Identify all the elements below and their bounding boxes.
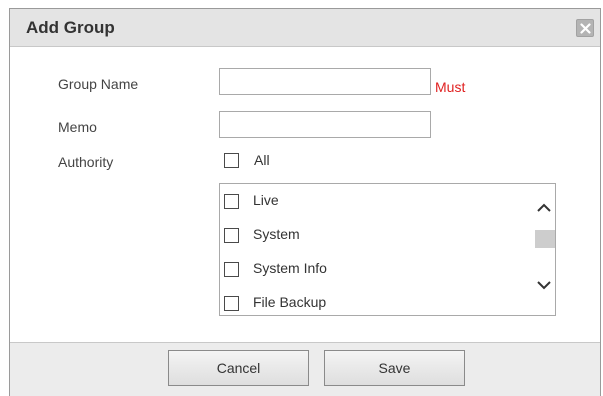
list-item[interactable]: File Backup — [220, 287, 520, 315]
memo-input[interactable] — [219, 111, 431, 138]
permission-system-label: System — [253, 226, 300, 242]
permission-file-backup-label: File Backup — [253, 294, 327, 310]
authority-permission-list[interactable]: Live System System Info File Backup — [219, 183, 556, 316]
chevron-down-icon[interactable] — [536, 279, 552, 291]
chevron-up-icon[interactable] — [536, 202, 552, 214]
list-item[interactable]: System Info — [220, 253, 520, 287]
add-group-dialog: Add Group Group Name Must Memo Authority… — [9, 8, 601, 396]
close-icon[interactable] — [576, 19, 594, 37]
authority-all-label: All — [254, 152, 270, 168]
permission-system-checkbox[interactable] — [224, 228, 239, 243]
authority-label: Authority — [58, 154, 114, 170]
group-name-input[interactable] — [219, 68, 431, 95]
permission-file-backup-checkbox[interactable] — [224, 296, 239, 311]
group-name-label: Group Name — [58, 76, 139, 92]
scrollbar-thumb[interactable] — [535, 230, 555, 248]
authority-all-checkbox[interactable] — [224, 153, 239, 168]
list-item[interactable]: System — [220, 219, 520, 253]
required-indicator: Must — [435, 79, 466, 95]
dialog-title-bar[interactable]: Add Group — [10, 9, 600, 47]
permission-system-info-label: System Info — [253, 260, 327, 276]
permission-live-checkbox[interactable] — [224, 194, 239, 209]
dialog-title: Add Group — [26, 18, 115, 37]
save-button[interactable]: Save — [324, 350, 465, 386]
list-item[interactable]: Live — [220, 185, 520, 219]
cancel-button[interactable]: Cancel — [168, 350, 309, 386]
permission-live-label: Live — [253, 192, 279, 208]
permission-system-info-checkbox[interactable] — [224, 262, 239, 277]
memo-label: Memo — [58, 119, 97, 135]
